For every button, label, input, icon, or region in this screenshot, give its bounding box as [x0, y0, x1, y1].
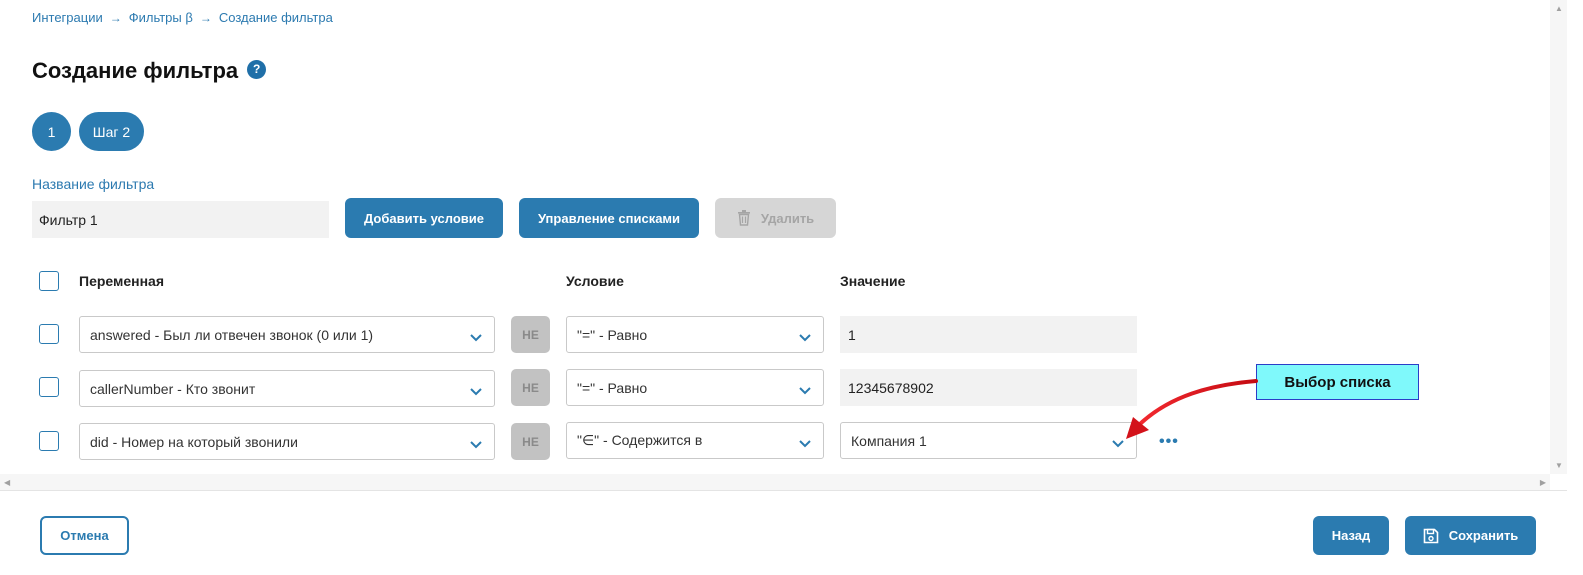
delete-button-label: Удалить	[760, 210, 815, 226]
not-toggle[interactable]: НЕ	[511, 423, 550, 460]
condition-select[interactable]: "=" - Равно	[566, 369, 824, 406]
step-1[interactable]: 1	[32, 112, 71, 151]
filter-name-label: Название фильтра	[32, 176, 155, 192]
back-button[interactable]: Назад	[1313, 516, 1389, 555]
variable-select[interactable]: did - Номер на который звонили	[79, 423, 495, 460]
breadcrumb-filters[interactable]: Фильтры β	[129, 10, 193, 25]
variable-select-value: callerNumber - Кто звонит	[90, 380, 256, 397]
list-select-value: Компания 1	[851, 432, 927, 449]
trash-icon	[737, 210, 751, 226]
variable-select[interactable]: answered - Был ли отвечен звонок (0 или …	[79, 316, 495, 353]
chevron-down-icon	[799, 435, 811, 451]
steps: 1 Шаг 2	[32, 112, 144, 151]
save-disk-icon	[1423, 528, 1439, 544]
scroll-left-icon[interactable]: ◀	[4, 478, 10, 487]
cancel-button[interactable]: Отмена	[40, 516, 129, 555]
chevron-down-icon	[470, 329, 482, 345]
breadcrumb-create-filter[interactable]: Создание фильтра	[219, 10, 333, 25]
scroll-up-icon[interactable]: ▲	[1555, 4, 1563, 13]
chevron-down-icon	[470, 383, 482, 399]
manage-lists-button[interactable]: Управление списками	[519, 198, 699, 238]
delete-button[interactable]: Удалить	[715, 198, 836, 238]
variable-select[interactable]: callerNumber - Кто звонит	[79, 370, 495, 407]
not-toggle[interactable]: НЕ	[511, 369, 550, 406]
condition-select[interactable]: "=" - Равно	[566, 316, 824, 353]
horizontal-scrollbar[interactable]: ◀ ▶	[0, 474, 1550, 490]
callout-list-selection: Выбор списка	[1256, 364, 1419, 400]
help-icon[interactable]: ?	[247, 59, 267, 79]
arrow-right-icon: →	[199, 10, 212, 25]
condition-select-value: "=" - Равно	[577, 379, 648, 396]
select-all-checkbox[interactable]	[39, 271, 59, 291]
variable-select-value: did - Номер на который звонили	[90, 433, 298, 450]
scroll-down-icon[interactable]: ▼	[1555, 461, 1563, 470]
chevron-down-icon	[1112, 435, 1124, 451]
value-input[interactable]: 1	[840, 316, 1137, 353]
step-2[interactable]: Шаг 2	[79, 112, 144, 151]
scroll-right-icon[interactable]: ▶	[1540, 478, 1546, 487]
row-checkbox[interactable]	[39, 377, 59, 397]
breadcrumb: Интеграции → Фильтры β → Создание фильтр…	[32, 10, 333, 25]
breadcrumb-integrations[interactable]: Интеграции	[32, 10, 103, 25]
title-row: Создание фильтра ?	[32, 58, 267, 84]
save-button[interactable]: Сохранить	[1405, 516, 1536, 555]
row-checkbox[interactable]	[39, 324, 59, 344]
condition-select[interactable]: "∈" - Содержится в	[566, 422, 824, 459]
filter-create-page: Интеграции → Фильтры β → Создание фильтр…	[0, 0, 1583, 575]
vertical-scrollbar[interactable]: ▲ ▼	[1550, 0, 1567, 474]
value-input[interactable]: 12345678902	[840, 369, 1137, 406]
header-value: Значение	[840, 273, 906, 289]
chevron-down-icon	[799, 382, 811, 398]
chevron-down-icon	[470, 436, 482, 452]
page-title: Создание фильтра	[32, 58, 239, 83]
more-options-icon[interactable]: •••	[1159, 433, 1179, 451]
not-toggle[interactable]: НЕ	[511, 316, 550, 353]
add-condition-button[interactable]: Добавить условие	[345, 198, 503, 238]
list-select[interactable]: Компания 1	[840, 422, 1137, 459]
filter-name-input[interactable]: Фильтр 1	[32, 201, 329, 238]
arrow-right-icon: →	[109, 10, 122, 25]
condition-select-value: "=" - Равно	[577, 326, 648, 343]
condition-select-value: "∈" - Содержится в	[577, 432, 703, 448]
header-condition: Условие	[566, 273, 624, 289]
save-button-label: Сохранить	[1448, 528, 1519, 543]
chevron-down-icon	[799, 329, 811, 345]
variable-select-value: answered - Был ли отвечен звонок (0 или …	[90, 326, 374, 343]
row-checkbox[interactable]	[39, 431, 59, 451]
header-variable: Переменная	[79, 273, 165, 289]
